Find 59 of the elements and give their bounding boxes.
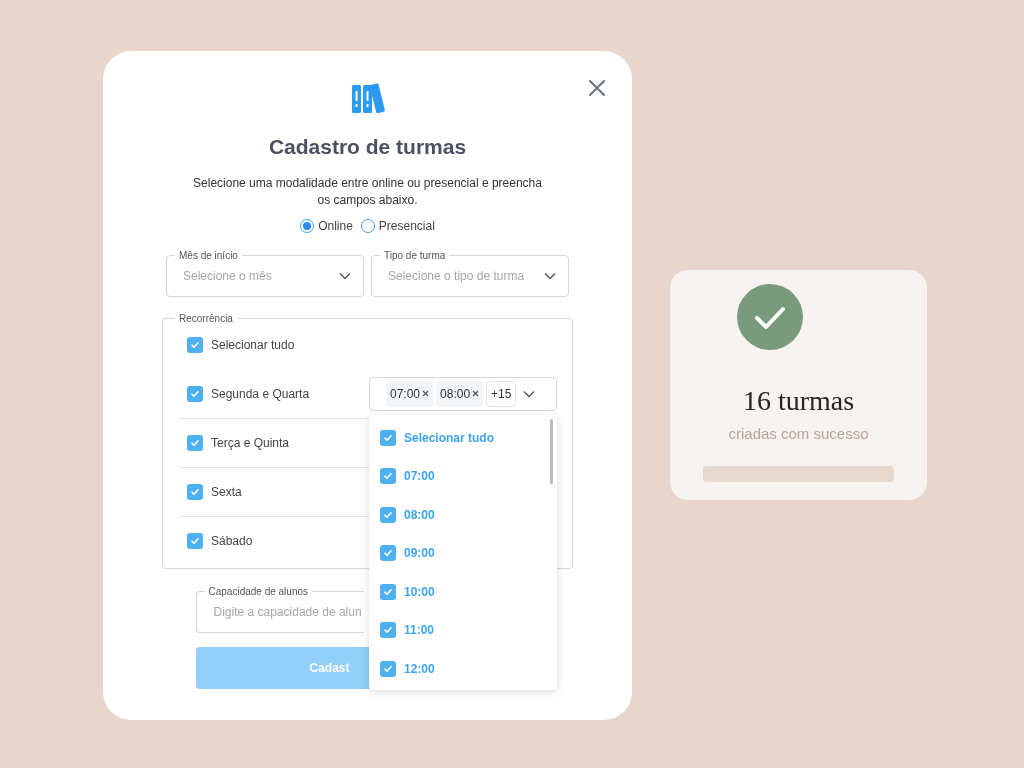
scrollbar-thumb[interactable]: [550, 418, 553, 484]
checkbox[interactable]: [380, 468, 396, 485]
checkbox-label: Segunda e Quarta: [211, 385, 310, 403]
checkmark-icon: [383, 471, 393, 482]
check-circle-icon: [737, 284, 803, 350]
checkbox[interactable]: [380, 583, 396, 600]
panel-legend: Recorrência: [175, 310, 237, 326]
checkbox[interactable]: [380, 660, 396, 677]
checkmark-icon: [190, 340, 200, 350]
placeholder: Selecione o mês: [183, 267, 272, 285]
option-label[interactable]: 09:00: [404, 544, 435, 563]
placeholder: Digite a capacidade de alun: [213, 603, 362, 621]
time-multiselect[interactable]: 07:00 08:00 +15: [369, 376, 557, 411]
radio-option[interactable]: Presencial: [360, 216, 435, 235]
checkbox[interactable]: [187, 385, 203, 402]
checkmark-icon: [383, 509, 393, 520]
checkbox-label: Sábado: [211, 533, 253, 550]
checkbox[interactable]: [380, 429, 396, 446]
option-label[interactable]: 11:00: [404, 621, 435, 640]
checkmark-icon: [383, 625, 393, 636]
books-icon: [349, 81, 386, 115]
modal-description: Selecione uma modalidade entre online ou presencial e preencha os campos abaixo.: [192, 174, 543, 209]
option-label[interactable]: 10:00: [404, 582, 435, 601]
checkmark-icon: [190, 486, 200, 497]
modal-title: Cadastro de turmas: [268, 134, 467, 160]
option-label[interactable]: 08:00: [404, 505, 435, 524]
checkbox-label: Terça e Quinta: [211, 434, 290, 452]
checkbox[interactable]: [380, 622, 396, 639]
checkbox[interactable]: [380, 506, 396, 523]
close-icon[interactable]: [588, 79, 606, 97]
success-count: 16 turmas: [742, 387, 855, 415]
checkmark-icon: [383, 663, 393, 674]
checkbox[interactable]: [187, 337, 203, 353]
checkmark-icon: [383, 548, 393, 559]
checkbox-label: Sexta: [211, 483, 242, 501]
chevron-down-icon: [339, 271, 351, 280]
chevron-down-icon: [544, 271, 556, 280]
checkbox[interactable]: [187, 483, 203, 500]
success-message: criadas com sucesso: [728, 424, 869, 444]
option-label[interactable]: 12:00: [404, 659, 435, 678]
checkmark-icon: [190, 437, 200, 448]
remove-icon[interactable]: [472, 390, 480, 397]
checkmark-icon: [383, 432, 393, 443]
time-tag: 07:00: [386, 380, 434, 407]
checkmark-icon: [190, 536, 200, 546]
remove-icon[interactable]: [422, 390, 430, 397]
radio-option[interactable]: Online: [300, 216, 353, 235]
checkbox[interactable]: [187, 434, 203, 451]
checkmark-icon: [190, 388, 200, 399]
placeholder: Selecione o tipo de turma: [388, 267, 525, 285]
option-label[interactable]: Selecionar tudo: [404, 428, 495, 447]
option-label[interactable]: 07:00: [404, 467, 435, 486]
chevron-down-icon: [523, 389, 536, 398]
more-count: +15: [486, 380, 517, 407]
checkbox[interactable]: [380, 545, 396, 562]
checkbox-label: Selecionar tudo: [211, 337, 295, 354]
time-tag: 08:00: [436, 380, 484, 407]
checkbox[interactable]: [187, 533, 203, 549]
checkmark-icon: [383, 586, 393, 597]
